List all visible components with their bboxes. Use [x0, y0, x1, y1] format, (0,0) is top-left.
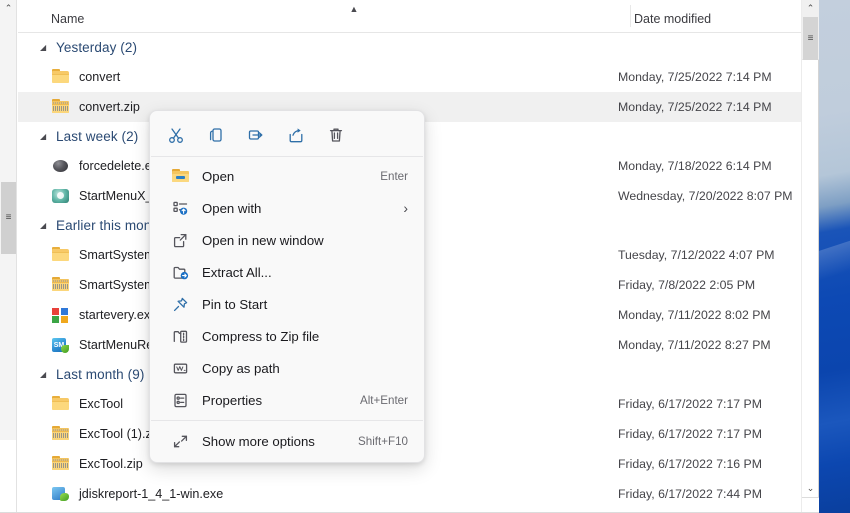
pin-icon	[171, 295, 189, 313]
scroll-thumb-grip-icon: ≡	[5, 212, 12, 223]
file-group-header[interactable]: ◢ Yesterday (2)	[18, 33, 801, 62]
file-date-modified: Tuesday, 7/12/2022 4:07 PM	[618, 248, 775, 262]
context-menu-item-label: Copy as path	[202, 360, 280, 376]
screen: ⌃ ≡ ▲ Name Date modified ◢ Yesterday (2) c…	[0, 0, 850, 513]
context-menu-item-pin-to-start[interactable]: Pin to Start	[154, 288, 420, 320]
sort-ascending-icon[interactable]: ▲	[348, 5, 360, 14]
file-name: ExcTool	[79, 397, 124, 411]
properties-icon	[171, 391, 189, 409]
context-menu-items: Open Enter Open with › Open in new window Ext…	[150, 160, 424, 416]
context-menu-item-properties[interactable]: Properties Alt+Enter	[154, 384, 420, 416]
column-header-date-modified[interactable]: Date modified	[634, 12, 711, 26]
file-date-modified: Wednesday, 7/20/2022 8:07 PM	[618, 189, 793, 203]
context-menu-item-label: Open with	[202, 200, 262, 216]
file-date-modified: Monday, 7/11/2022 8:02 PM	[618, 308, 771, 322]
scroll-up-icon[interactable]: ⌃	[802, 0, 819, 17]
file-name: ExcTool.zip	[79, 457, 143, 471]
context-menu-item-label: Properties	[202, 392, 263, 408]
copy-as-path-icon	[171, 359, 189, 377]
file-date-modified: Friday, 6/17/2022 7:17 PM	[618, 427, 763, 441]
context-menu[interactable]: Open Enter Open with › Open in new window Ext…	[149, 110, 425, 463]
file-name: convert.zip	[79, 100, 140, 114]
file-list-scrollbar[interactable]: ⌃ ≡ ⌄	[801, 0, 819, 513]
folder-icon	[52, 246, 70, 264]
context-menu-footer: Show more options Shift+F10	[150, 425, 424, 457]
show-more-options-icon	[171, 432, 189, 450]
delete-icon[interactable]	[316, 119, 356, 151]
file-name: convert	[79, 70, 121, 84]
context-menu-item-open-in-new-window[interactable]: Open in new window	[154, 224, 420, 256]
group-rule	[18, 33, 801, 62]
zip-folder-icon	[52, 425, 70, 443]
context-menu-item-show-more-options[interactable]: Show more options Shift+F10	[154, 425, 420, 457]
file-date-modified: Friday, 6/17/2022 7:16 PM	[618, 457, 763, 471]
context-menu-item-accelerator: Shift+F10	[358, 434, 408, 448]
file-date-modified: Friday, 6/17/2022 7:44 PM	[618, 487, 763, 501]
scrollbar-thumb[interactable]: ≡	[803, 17, 818, 60]
context-menu-item-open[interactable]: Open Enter	[154, 160, 420, 192]
context-menu-item-label: Pin to Start	[202, 296, 268, 312]
folder-icon	[52, 395, 70, 413]
file-date-modified: Friday, 7/8/2022 2:05 PM	[618, 278, 756, 292]
context-menu-item-compress-to-zip-file[interactable]: Compress to Zip file	[154, 320, 420, 352]
context-menu-item-open-with[interactable]: Open with ›	[154, 192, 420, 224]
sphere-app-icon	[52, 157, 70, 175]
share-icon[interactable]	[276, 119, 316, 151]
column-divider[interactable]	[630, 5, 631, 27]
startmenureviver-app-icon: SM	[52, 336, 70, 354]
navpane-scroll-thumb[interactable]: ≡	[1, 182, 16, 254]
file-date-modified: Monday, 7/25/2022 7:14 PM	[618, 70, 772, 84]
navigation-pane-footer	[0, 440, 17, 513]
jdiskreport-app-icon	[52, 485, 70, 503]
zip-folder-icon	[52, 455, 70, 473]
context-menu-item-accelerator: Alt+Enter	[359, 393, 408, 407]
file-date-modified: Monday, 7/18/2022 6:14 PM	[618, 159, 772, 173]
file-row[interactable]: jdiskreport-1_4_1-win.exe Friday, 6/17/20…	[18, 479, 801, 509]
zip-folder-icon	[52, 98, 70, 116]
file-date-modified: Monday, 7/25/2022 7:14 PM	[618, 100, 772, 114]
context-menu-item-extract-all[interactable]: Extract All...	[154, 256, 420, 288]
four-arrows-app-icon	[52, 306, 70, 324]
context-menu-separator	[151, 420, 423, 421]
open-folder-icon	[171, 167, 189, 185]
column-header-row: ▲ Name Date modified	[18, 0, 801, 33]
folder-icon	[52, 68, 70, 86]
startmenux-app-icon	[52, 187, 70, 205]
copy-icon[interactable]	[196, 119, 236, 151]
file-name: startevery.exe	[79, 308, 158, 322]
context-menu-item-accelerator: Enter	[380, 169, 408, 183]
zip-folder-icon	[52, 276, 70, 294]
extract-all-icon	[171, 263, 189, 281]
compress-zip-icon	[171, 327, 189, 345]
context-menu-toolbar	[150, 115, 424, 155]
scroll-down-icon[interactable]: ⌄	[802, 480, 819, 497]
file-name: jdiskreport-1_4_1-win.exe	[79, 487, 224, 501]
context-menu-item-copy-as-path[interactable]: Copy as path	[154, 352, 420, 384]
cut-icon[interactable]	[156, 119, 196, 151]
column-header-name[interactable]: Name	[51, 12, 84, 26]
context-menu-item-label: Extract All...	[202, 264, 272, 280]
navpane-scroll-up-icon[interactable]: ⌃	[0, 0, 17, 17]
scrollbar-footer	[802, 497, 819, 513]
desktop-wallpaper	[818, 0, 850, 513]
context-menu-toolbar-separator	[151, 156, 423, 157]
file-date-modified: Friday, 6/17/2022 7:17 PM	[618, 397, 763, 411]
file-row[interactable]: convert Monday, 7/25/2022 7:14 PM	[18, 62, 801, 92]
context-menu-item-label: Show more options	[202, 433, 315, 449]
scrollbar-thumb-grip-icon: ≡	[807, 32, 814, 44]
file-date-modified: Monday, 7/11/2022 8:27 PM	[618, 338, 771, 352]
open-new-window-icon	[171, 231, 189, 249]
submenu-chevron-right-icon[interactable]: ›	[403, 200, 408, 216]
rename-icon[interactable]	[236, 119, 276, 151]
context-menu-item-label: Compress to Zip file	[202, 328, 320, 344]
context-menu-item-label: Open in new window	[202, 232, 324, 248]
context-menu-item-label: Open	[202, 168, 235, 184]
open-with-icon	[171, 199, 189, 217]
navigation-pane-scrollbar[interactable]: ⌃ ≡	[0, 0, 17, 497]
